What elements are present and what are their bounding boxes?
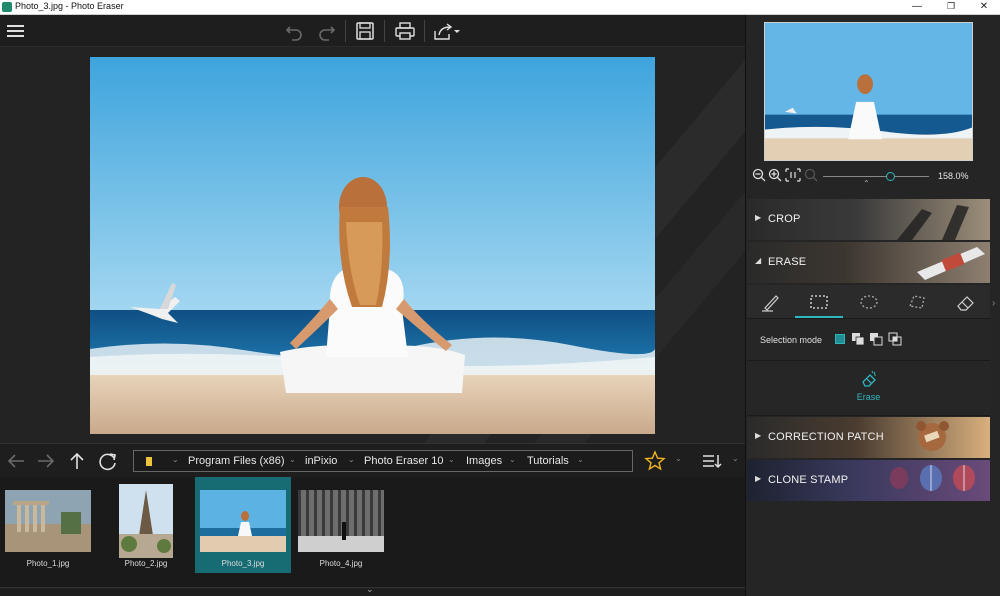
chevron-down-icon[interactable]: ⌄ <box>577 455 584 464</box>
polygon-select-icon[interactable] <box>905 291 929 313</box>
filmstrip-toggle-bar: ⌄ <box>0 584 745 596</box>
redo-icon[interactable] <box>314 20 338 42</box>
actual-size-icon[interactable] <box>785 168 801 182</box>
erase-button[interactable]: Erase <box>747 392 990 402</box>
chevron-down-icon[interactable]: ⌄ <box>172 455 179 464</box>
chevron-down-icon[interactable]: ⌄ <box>732 454 739 463</box>
breadcrumb-item[interactable]: Program Files (x86) <box>188 455 285 467</box>
thumbnail-image <box>298 490 384 552</box>
selection-mode-row: Selection mode <box>747 319 990 361</box>
thumbnail-caption: Photo_2.jpg <box>124 559 168 568</box>
print-icon[interactable] <box>393 20 417 42</box>
toolbar-separator <box>345 20 346 42</box>
clone-stamp-panel-header[interactable]: ▶ CLONE STAMP <box>747 460 990 501</box>
expand-arrow-icon: ▶ <box>755 474 762 483</box>
main-photo[interactable] <box>90 57 655 434</box>
toolbar-separator <box>424 20 425 42</box>
brush-icon[interactable] <box>759 291 783 313</box>
main-pane: ⌄ Program Files (x86) ⌄ inPixio ⌄ Photo … <box>0 15 745 596</box>
app-icon <box>2 2 12 12</box>
minimize-button[interactable]: — <box>903 0 931 14</box>
sort-list-icon[interactable] <box>700 450 724 472</box>
thumbnail-photo-1[interactable]: Photo_1.jpg <box>0 477 96 573</box>
thumbnail-image <box>5 490 91 552</box>
forward-arrow-icon[interactable] <box>34 450 58 472</box>
erase-tools <box>747 285 990 319</box>
active-tool-indicator <box>795 316 843 318</box>
expand-arrow-icon: ▶ <box>755 431 762 440</box>
folder-icon <box>146 457 152 466</box>
zoom-controls: 158.0% ⌃ <box>746 165 1000 188</box>
title-bar: Photo_3.jpg - Photo Eraser — ❐ ✕ <box>0 0 1000 15</box>
up-folder-icon[interactable] <box>65 450 89 472</box>
refresh-icon[interactable] <box>96 450 120 472</box>
zoom-out-icon[interactable] <box>752 168 766 182</box>
selection-mode-subtract-icon[interactable] <box>869 332 883 346</box>
hamburger-menu-icon[interactable] <box>5 20 29 42</box>
eraser-icon[interactable] <box>954 291 978 313</box>
chevron-right-icon[interactable]: › <box>992 298 995 309</box>
panel-title: CORRECTION PATCH <box>768 431 884 443</box>
thumbnail-caption: Photo_3.jpg <box>221 559 265 568</box>
collapse-navigator-icon[interactable]: ⌃ <box>863 179 870 188</box>
panel-title: CROP <box>768 213 801 225</box>
photo-eraser-app: Photo_3.jpg - Photo Eraser — ❐ ✕ ⌄ Progr… <box>0 0 1000 596</box>
chevron-down-icon[interactable]: ⌄ <box>448 455 455 464</box>
filmstrip: Photo_1.jpg Photo_2.jpg Photo_3.jpg Phot… <box>0 477 745 587</box>
panel-title: CLONE STAMP <box>768 474 849 486</box>
toolbar-separator <box>384 20 385 42</box>
collapse-arrow-icon: ◢ <box>755 256 762 265</box>
top-toolbar <box>0 15 745 47</box>
panel-title: ERASE <box>768 256 807 268</box>
thumbnail-photo-2[interactable]: Photo_2.jpg <box>98 477 194 573</box>
selection-mode-new-icon[interactable] <box>835 334 845 344</box>
back-arrow-icon[interactable] <box>4 450 28 472</box>
image-canvas[interactable] <box>0 47 745 443</box>
chevron-down-icon[interactable]: ⌄ <box>509 455 516 464</box>
erase-action-icon[interactable] <box>860 370 878 388</box>
thumbnail-image <box>119 484 173 558</box>
correction-patch-panel-header[interactable]: ▶ CORRECTION PATCH <box>747 417 990 458</box>
breadcrumb[interactable]: ⌄ Program Files (x86) ⌄ inPixio ⌄ Photo … <box>133 450 633 472</box>
erase-action-area: Erase <box>747 361 990 416</box>
crop-panel-header[interactable]: ▶ CROP <box>747 199 990 240</box>
window-title: Photo_3.jpg - Photo Eraser <box>15 1 124 11</box>
selection-mode-intersect-icon[interactable] <box>888 332 902 346</box>
breadcrumb-item[interactable]: inPixio <box>305 455 337 467</box>
erase-panel-header[interactable]: ◢ ERASE <box>747 242 990 283</box>
breadcrumb-item[interactable]: Photo Eraser 10 <box>364 455 444 467</box>
save-icon[interactable] <box>353 20 377 42</box>
favorite-star-icon[interactable] <box>643 450 667 472</box>
close-button[interactable]: ✕ <box>970 0 998 14</box>
breadcrumb-item[interactable]: Tutorials <box>527 455 569 467</box>
chevron-down-icon[interactable]: ⌄ <box>289 455 296 464</box>
thumbnail-caption: Photo_1.jpg <box>26 559 70 568</box>
selection-mode-add-icon[interactable] <box>851 332 865 346</box>
undo-icon[interactable] <box>283 20 307 42</box>
navigator-preview[interactable] <box>764 22 973 161</box>
zoom-slider-handle[interactable] <box>885 172 895 181</box>
restore-button[interactable]: ❐ <box>937 0 965 14</box>
chevron-down-icon[interactable]: ⌄ <box>348 455 355 464</box>
navigation-bar: ⌄ Program Files (x86) ⌄ inPixio ⌄ Photo … <box>0 443 745 477</box>
rectangle-select-icon[interactable] <box>807 291 831 313</box>
chevron-down-icon[interactable]: ⌄ <box>366 584 374 595</box>
zoom-in-icon[interactable] <box>768 168 782 182</box>
zoom-slider[interactable] <box>823 176 929 177</box>
thumbnail-image <box>200 490 286 552</box>
thumbnail-photo-4[interactable]: Photo_4.jpg <box>293 477 389 573</box>
fit-to-screen-icon[interactable] <box>804 168 818 182</box>
share-icon[interactable] <box>431 20 463 42</box>
lasso-select-icon[interactable] <box>857 291 881 313</box>
side-panel: 158.0% ⌃ ▶ CROP ◢ ERASE › Selection mode… <box>745 15 1000 596</box>
chevron-down-icon[interactable]: ⌄ <box>675 454 682 463</box>
expand-arrow-icon: ▶ <box>755 213 762 222</box>
thumbnail-caption: Photo_4.jpg <box>319 559 363 568</box>
selection-mode-label: Selection mode <box>760 335 823 345</box>
breadcrumb-item[interactable]: Images <box>466 455 502 467</box>
thumbnail-photo-3[interactable]: Photo_3.jpg <box>195 477 291 573</box>
zoom-value: 158.0% <box>938 171 969 181</box>
